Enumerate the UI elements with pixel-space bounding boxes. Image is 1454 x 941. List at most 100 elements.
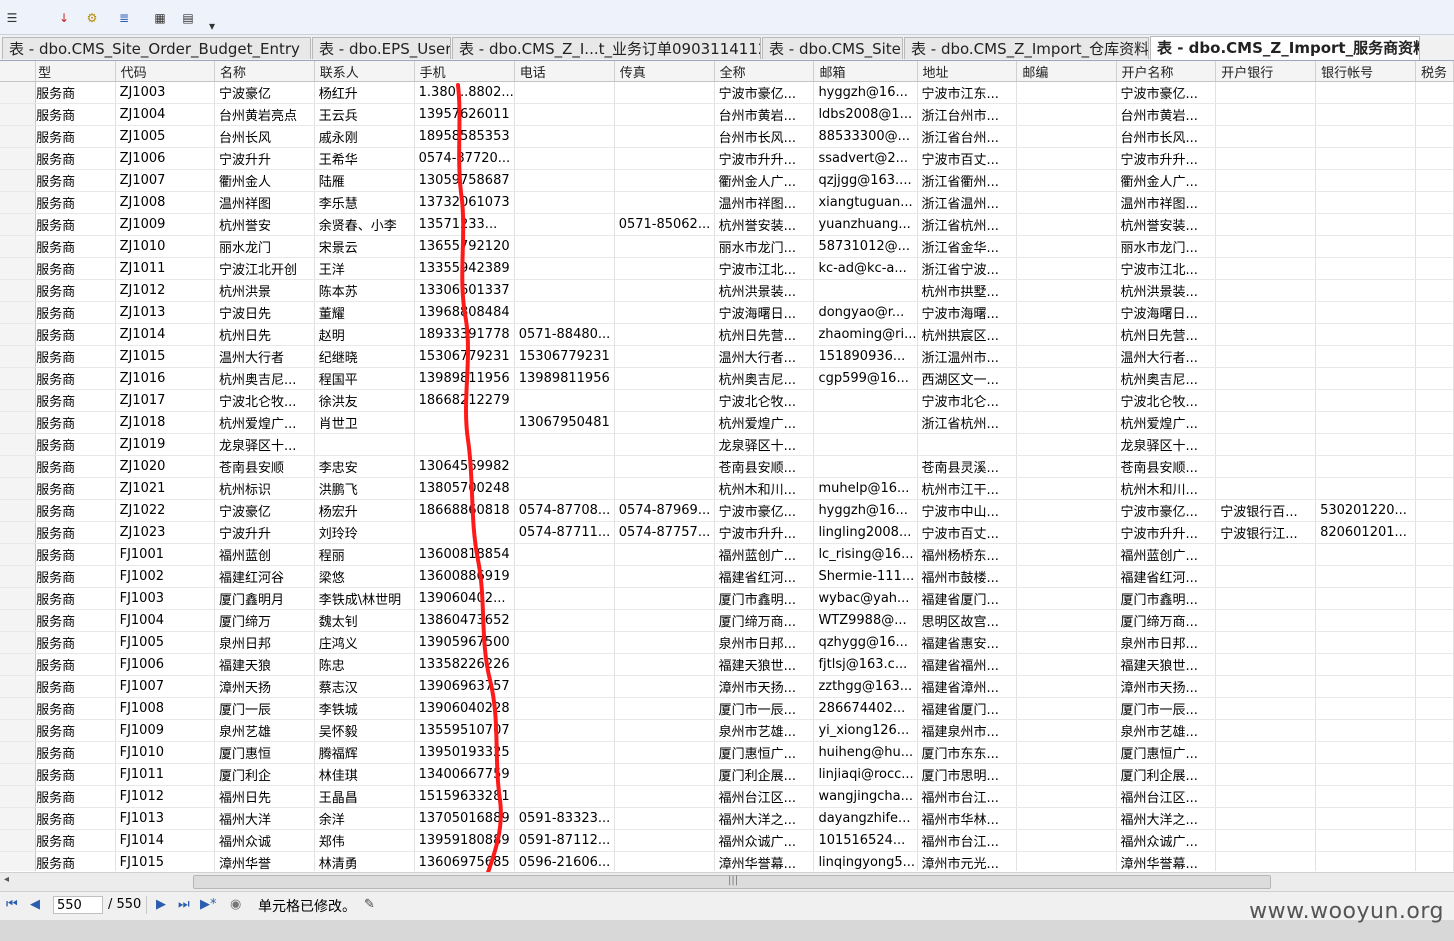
row-selector[interactable] [0,213,37,236]
table-cell[interactable]: 董耀 [314,301,415,324]
table-cell[interactable]: 林佳琪 [314,763,415,786]
table-cell[interactable]: 宁波市豪亿... [1116,499,1217,522]
table-cell[interactable]: 13606975685 [414,851,515,871]
table-cell[interactable]: 福建省厦门... [917,587,1018,610]
table-cell[interactable] [1016,103,1117,126]
table-cell[interactable]: 厦门鑫明月 [214,587,315,610]
table-cell[interactable]: 漳州华誉 [214,851,315,871]
table-cell[interactable]: FJ1004 [115,609,216,632]
table-cell[interactable]: 286674402... [813,697,918,720]
table-cell[interactable]: 浙江省杭州... [917,411,1018,434]
table-cell[interactable] [614,719,715,742]
table-cell[interactable]: 思明区故宫... [917,609,1018,632]
table-cell[interactable]: 服务商 [35,125,116,148]
table-cell[interactable]: 肖世卫 [314,411,415,434]
table-cell[interactable] [1415,433,1454,456]
table-cell[interactable]: 13600886919 [414,565,515,588]
table-cell[interactable]: 宁波豪亿 [214,81,315,104]
table-cell[interactable]: 服务商 [35,807,116,830]
table-cell[interactable] [514,389,615,412]
table-cell[interactable]: 服务商 [35,81,116,104]
table-cell[interactable]: 苍南县安顺 [214,455,315,478]
table-cell[interactable]: 宁波海曙日... [714,301,815,324]
table-cell[interactable] [1415,807,1454,830]
table-cell[interactable] [1315,433,1416,456]
table-cell[interactable]: 西湖区文一... [917,367,1018,390]
table-cell[interactable]: 15306779231 [514,345,615,368]
table-row[interactable]: 服务商 ZJ1017 宁波北仑牧... 徐洪友 18668212279 宁波北仑牧... 宁… [0,389,1454,412]
table-cell[interactable]: 福州市华林... [917,807,1018,830]
table-cell[interactable]: 服务商 [35,609,116,632]
table-cell[interactable]: lingling2008... [813,521,918,544]
table-cell[interactable]: 温州祥图 [214,191,315,214]
column-header[interactable]: 银行帐号 [1315,61,1416,82]
table-cell[interactable] [1016,301,1117,324]
table-cell[interactable]: 浙江台州市... [917,103,1018,126]
table-cell[interactable] [614,345,715,368]
table-cell[interactable] [514,191,615,214]
table-cell[interactable] [414,411,515,434]
table-cell[interactable] [1016,257,1117,280]
table-cell[interactable] [514,213,615,236]
table-cell[interactable]: 杭州日先营... [714,323,815,346]
table-cell[interactable]: 王洋 [314,257,415,280]
table-cell[interactable]: 杭州誉安装... [714,213,815,236]
table-cell[interactable]: 厦门缔万商... [1116,609,1217,632]
table-cell[interactable]: 13989811956 [414,367,515,390]
horizontal-scrollbar[interactable]: ◂ ||| [0,872,1454,891]
table-cell[interactable] [514,433,615,456]
table-row[interactable]: 服务商 FJ1015 漳州华誉 林清勇 13606975685 0596-21606...… [0,851,1454,871]
table-cell[interactable] [514,719,615,742]
table-cell[interactable]: linqingyong5... [813,851,918,871]
table-cell[interactable]: 福建省红河... [714,565,815,588]
table-cell[interactable]: 18958585353 [414,125,515,148]
table-cell[interactable] [1315,763,1416,786]
table-cell[interactable] [1215,213,1317,236]
table-cell[interactable] [1016,719,1117,742]
table-row[interactable]: 服务商 ZJ1010 丽水龙门 宋景云 13655792120 丽水市龙门... 58731… [0,235,1454,258]
table-cell[interactable] [514,675,615,698]
table-cell[interactable]: 服务商 [35,345,116,368]
table-row[interactable]: 服务商 ZJ1018 杭州爱煌广... 肖世卫 13067950481 杭州爱煌广... 浙… [0,411,1454,434]
table-cell[interactable]: 衢州金人广... [1116,169,1217,192]
table-cell[interactable]: 福州众诚广... [1116,829,1217,852]
table-cell[interactable]: 厦门利企 [214,763,315,786]
table-cell[interactable] [514,147,615,170]
column-header[interactable]: 手机 [414,61,515,82]
table-cell[interactable] [1315,697,1416,720]
table-cell[interactable]: 福州台江区... [714,785,815,808]
table-cell[interactable] [1315,807,1416,830]
table-cell[interactable]: 1.380...8802... [414,81,515,104]
table-cell[interactable] [1215,147,1317,170]
table-cell[interactable]: 服务商 [35,191,116,214]
table-cell[interactable]: 厦门惠恒 [214,741,315,764]
table-row[interactable]: 服务商 ZJ1012 杭州洪景 陈本苏 13306601337 杭州洪景装... 杭州市拱墅… [0,279,1454,302]
table-cell[interactable]: 苍南县安顺... [1116,455,1217,478]
table-cell[interactable] [1215,543,1317,566]
table-row[interactable]: 服务商 FJ1007 漳州天扬 蔡志汉 13906963757 漳州市天扬... zzthg… [0,675,1454,698]
table-cell[interactable]: fjtlsj@163.c... [813,653,918,676]
table-cell[interactable]: 服务商 [35,521,116,544]
table-cell[interactable]: 服务商 [35,103,116,126]
table-cell[interactable]: 宁波市江北... [714,257,815,280]
table-cell[interactable]: 刘玲玲 [314,521,415,544]
table-cell[interactable]: ZJ1010 [115,235,216,258]
table-cell[interactable] [614,81,715,104]
table-cell[interactable] [1215,741,1317,764]
table-cell[interactable]: 13355942389 [414,257,515,280]
grid-icon[interactable]: ▦ [152,10,168,26]
table-cell[interactable]: 服务商 [35,257,116,280]
table-cell[interactable] [314,433,415,456]
table-cell[interactable]: 福州市鼓楼... [917,565,1018,588]
table-cell[interactable] [1415,279,1454,302]
table-row[interactable]: 服务商 ZJ1003 宁波豪亿 杨红升 1.380...8802... 宁波市豪亿... h… [0,81,1454,104]
table-cell[interactable]: 福建天狼世... [1116,653,1217,676]
table-cell[interactable] [1016,499,1117,522]
table-cell[interactable] [1315,191,1416,214]
table-cell[interactable]: ZJ1005 [115,125,216,148]
table-cell[interactable]: 丽水龙门 [214,235,315,258]
table-cell[interactable] [614,323,715,346]
row-selector[interactable] [0,499,37,522]
table-cell[interactable] [1215,807,1317,830]
table-row[interactable]: 服务商 FJ1006 福建天狼 陈忠 13358226226 福建天狼世... fjtlsj… [0,653,1454,676]
